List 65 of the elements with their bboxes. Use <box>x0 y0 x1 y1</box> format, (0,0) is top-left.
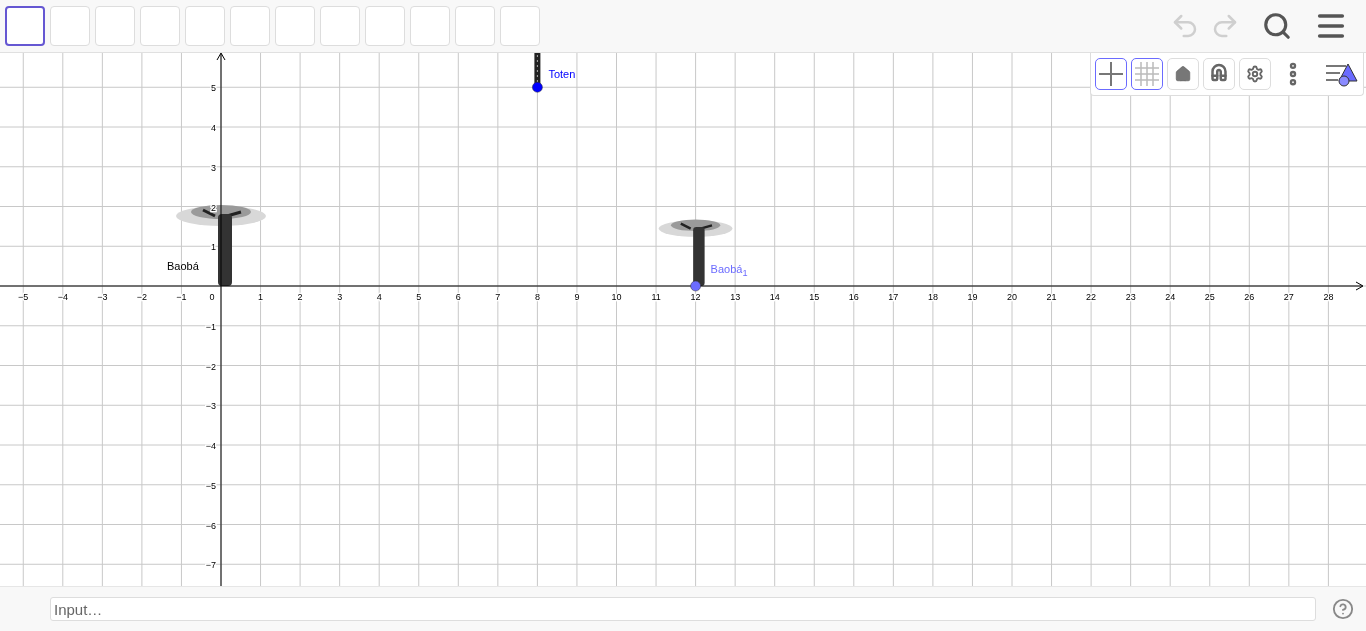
axis-tick-label: 20 <box>1007 292 1017 302</box>
axis-tick-label: 4 <box>376 292 382 302</box>
axis-tick-label: 25 <box>1204 292 1215 302</box>
home-icon <box>1174 65 1192 83</box>
point[interactable] <box>532 82 543 93</box>
axis-tick-label: 14 <box>769 292 780 302</box>
axis-tick-label: 15 <box>809 292 820 302</box>
axis-tick-label: 12 <box>690 292 701 302</box>
axis-tick-label: −3 <box>97 292 108 302</box>
axis-tick-label: 3 <box>211 162 216 173</box>
axis-tick-label: −2 <box>136 292 148 302</box>
settings-button[interactable] <box>1239 58 1271 90</box>
axis-tick-label: 23 <box>1125 292 1136 302</box>
grid-button[interactable] <box>1131 58 1163 90</box>
input-field[interactable]: Input… <box>50 597 1316 621</box>
axis-tick-label: 27 <box>1283 292 1294 302</box>
axis-tick-label: −1 <box>205 321 216 332</box>
axis-tick-label: 1 <box>258 292 264 302</box>
axis-tick-label: 19 <box>967 292 978 302</box>
object-label: Baobá$_{1}$ <box>710 263 748 279</box>
home-button[interactable] <box>1167 58 1199 90</box>
axis-tick-label: 8 <box>534 292 540 302</box>
object-label: Baobá <box>167 260 199 272</box>
object-label: Toten <box>548 68 576 81</box>
axis-tick-label: 7 <box>495 292 501 302</box>
axes-button[interactable] <box>1095 58 1127 90</box>
point[interactable] <box>690 280 701 292</box>
axis-tick-label: 5 <box>211 83 216 94</box>
axis-tick-label: 5 <box>416 292 422 302</box>
axis-tick-label: −5 <box>205 480 216 491</box>
axis-tick-label: 9 <box>574 292 580 302</box>
axis-tick-label: 1 <box>211 242 216 253</box>
axis-tick-label: 6 <box>455 292 461 302</box>
axis-tick-label: 0 <box>209 292 215 302</box>
axis-tick-label: 2 <box>211 202 216 213</box>
axis-tick-label: 21 <box>1046 292 1057 302</box>
help-icon[interactable] <box>1332 598 1354 620</box>
axis-tick-label: −1 <box>176 292 187 302</box>
magnet-button[interactable] <box>1203 58 1235 90</box>
axis-tick-label: 10 <box>611 292 622 302</box>
axis-tick-label: −4 <box>57 292 68 302</box>
axis-tick-label: −4 <box>205 441 216 451</box>
axis-tick-label: −6 <box>205 520 216 531</box>
axis-tick-label: 16 <box>848 292 859 302</box>
axis-tick-label: 4 <box>211 123 216 133</box>
axis-tick-label: 28 <box>1323 292 1334 302</box>
axis-tick-label: −2 <box>205 361 216 372</box>
axis-tick-label: −3 <box>205 401 216 412</box>
axis-tick-label: 3 <box>337 292 343 302</box>
grid-icon <box>1133 60 1161 88</box>
axis-tick-label: 11 <box>651 292 661 302</box>
style-bar-toggle-icon[interactable] <box>1324 61 1358 87</box>
axis-tick-label: 13 <box>730 292 741 302</box>
axis-tick-label: 24 <box>1165 292 1176 302</box>
axis-tick-label: 17 <box>888 292 899 302</box>
axes-icon <box>1097 60 1125 88</box>
axis-tick-label: 26 <box>1244 292 1255 302</box>
axis-tick-label: −5 <box>18 292 29 302</box>
axis-tick-label: 22 <box>1086 292 1097 302</box>
search-button[interactable] <box>1262 11 1292 41</box>
axis-tick-label: −7 <box>205 560 216 571</box>
settings-icon <box>1246 65 1264 83</box>
axis-tick-label: 18 <box>927 292 938 302</box>
tool-button[interactable] <box>5 6 45 46</box>
axis-tick-label: 2 <box>297 292 303 302</box>
